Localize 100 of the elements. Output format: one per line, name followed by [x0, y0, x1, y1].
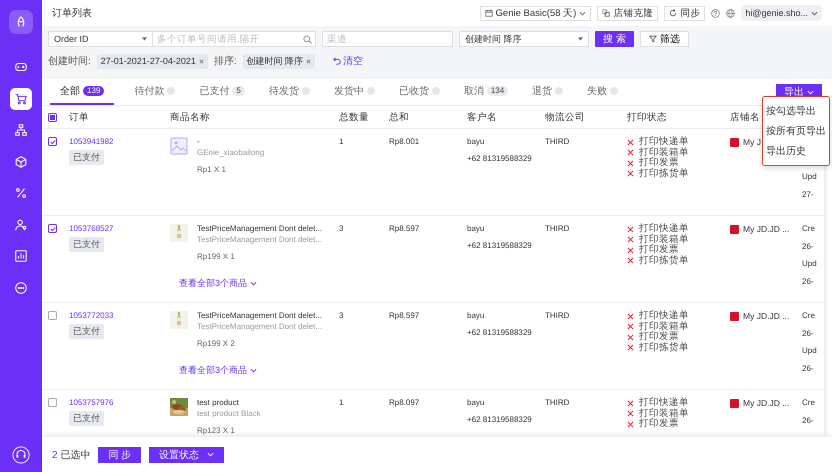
- search-icon[interactable]: [303, 34, 312, 44]
- close-icon[interactable]: [198, 58, 204, 64]
- count-badge: 134: [486, 86, 508, 96]
- filter-chip[interactable]: 创建时间 降序: [242, 54, 316, 68]
- date-text: 26-: [802, 416, 814, 424]
- headset-icon[interactable]: [12, 446, 30, 464]
- date-label: Cre: [802, 311, 815, 320]
- app-logo[interactable]: [9, 10, 33, 34]
- count-badge: 5: [232, 86, 245, 96]
- date-label: Cre: [802, 224, 815, 233]
- date-label: Upd: [802, 172, 817, 181]
- channel-field[interactable]: 渠道: [322, 31, 453, 47]
- close-icon[interactable]: [306, 58, 312, 64]
- nav-button[interactable]: [10, 88, 32, 110]
- refresh-icon: [669, 9, 678, 17]
- order-link[interactable]: 1053757976: [69, 398, 170, 407]
- plan-select[interactable]: Genie Basic(58 天): [480, 6, 592, 20]
- column-header: 总和: [389, 112, 409, 122]
- status-tag: 已支付: [69, 411, 104, 426]
- total-text: Rp8.001: [389, 137, 420, 146]
- order-link[interactable]: 1053772033: [69, 311, 170, 320]
- column-header: 客户名: [467, 112, 497, 122]
- order-link[interactable]: 1053941982: [69, 137, 170, 146]
- product-variant: test product Black: [197, 409, 261, 418]
- status-tab[interactable]: 已收货: [394, 79, 444, 105]
- print-label: 打印发票: [639, 245, 679, 255]
- store-name: My JD.JD ...: [743, 224, 790, 234]
- view-all-link[interactable]: 查看全部3个商品: [179, 364, 258, 377]
- status-tab[interactable]: 发货中: [330, 79, 379, 105]
- quantity-text: 3: [339, 311, 344, 320]
- status-tab[interactable]: 待付款: [130, 79, 180, 105]
- set-status-button[interactable]: 设置状态: [149, 446, 224, 462]
- sync-button[interactable]: 同 步: [98, 446, 142, 462]
- product-variant: TestPriceManagement Dont delet...: [197, 235, 322, 244]
- chevron-down-icon: [250, 280, 258, 287]
- field-select[interactable]: Order ID: [48, 31, 153, 47]
- status-tab[interactable]: 已支付 5: [195, 79, 249, 105]
- row-checkbox[interactable]: [48, 311, 57, 320]
- menu-item[interactable]: 导出历史: [763, 141, 829, 161]
- print-label: 打印拣货单: [639, 342, 689, 353]
- globe-icon[interactable]: [726, 8, 736, 18]
- chevron-down-icon: [207, 451, 214, 458]
- filter-label: 创建时间:: [48, 54, 91, 68]
- carrier-text: THIRD: [545, 224, 570, 233]
- print-label: 打印快递单: [639, 311, 689, 321]
- column-header: 订单: [69, 112, 89, 122]
- selection-count: 2 已选中: [52, 448, 90, 462]
- product-price: Rp1 X 1: [197, 165, 227, 174]
- store-name: My JD.JD ...: [743, 398, 790, 408]
- order-search-field[interactable]: 多个订单号间请用,隔开: [152, 31, 316, 47]
- order-link[interactable]: 1053768527: [69, 224, 170, 233]
- product-variant: GEnie_xiaobailong: [197, 148, 264, 157]
- filter-chip[interactable]: 27-01-2021-27-04-2021: [96, 54, 208, 68]
- sort-select[interactable]: 创建时间 降序: [459, 31, 589, 47]
- customer-name: bayu: [467, 311, 484, 320]
- row-checkbox[interactable]: [48, 137, 57, 146]
- column-header: 物流公司: [545, 112, 585, 122]
- column-header: 商品名称: [170, 112, 210, 122]
- search-button[interactable]: 搜 索: [595, 31, 634, 47]
- carrier-text: THIRD: [545, 137, 570, 146]
- status-tab[interactable]: 待发货: [264, 79, 314, 105]
- clear-link[interactable]: 清空: [333, 54, 364, 68]
- clone-icon: [602, 9, 610, 17]
- menu-item[interactable]: 按勾选导出: [763, 101, 829, 121]
- print-label: 打印快递单: [639, 224, 689, 234]
- row-checkbox[interactable]: [48, 398, 57, 407]
- status-tab[interactable]: 退货: [528, 79, 568, 105]
- status-tab[interactable]: 全部 139: [50, 79, 114, 105]
- select-all-checkbox[interactable]: [48, 112, 57, 122]
- quantity-text: 1: [339, 137, 344, 146]
- sync-button[interactable]: 同步: [664, 6, 706, 20]
- customer-name: bayu: [467, 137, 484, 146]
- caret-icon: [142, 37, 147, 41]
- count-dot: [167, 87, 176, 95]
- count-dot: [610, 87, 618, 95]
- filter-button[interactable]: 筛选: [640, 31, 689, 47]
- gamepad-icon: [14, 60, 28, 74]
- status-tab[interactable]: 取消 134: [460, 79, 512, 105]
- view-all-link[interactable]: 查看全部3个商品: [179, 277, 258, 290]
- status-tab[interactable]: 失败: [583, 79, 622, 105]
- menu-item[interactable]: 按所有页导出: [763, 121, 829, 141]
- page-title: 订单列表: [52, 6, 92, 20]
- caret-icon: [578, 37, 583, 41]
- help-icon[interactable]: [711, 8, 720, 18]
- product-price: Rp123 X 1: [197, 426, 236, 435]
- chevron-down-icon: [807, 88, 814, 96]
- calendar-icon: [484, 9, 493, 17]
- account-menu[interactable]: hi@genie.sho...: [741, 5, 822, 21]
- row-checkbox[interactable]: [48, 224, 57, 233]
- product-name: -: [197, 137, 201, 146]
- clone-button[interactable]: 店铺克隆: [597, 6, 658, 20]
- total-text: Rp8.597: [389, 311, 420, 320]
- customer-name: bayu: [467, 224, 484, 233]
- store-icon: [730, 398, 739, 408]
- store-icon: [730, 224, 739, 234]
- status-tag: 已支付: [69, 324, 104, 339]
- chat-icon: [14, 280, 28, 294]
- carrier-text: THIRD: [545, 398, 570, 407]
- phone-number: +62 81319588329: [467, 415, 533, 424]
- print-label: 打印拣货单: [639, 256, 689, 266]
